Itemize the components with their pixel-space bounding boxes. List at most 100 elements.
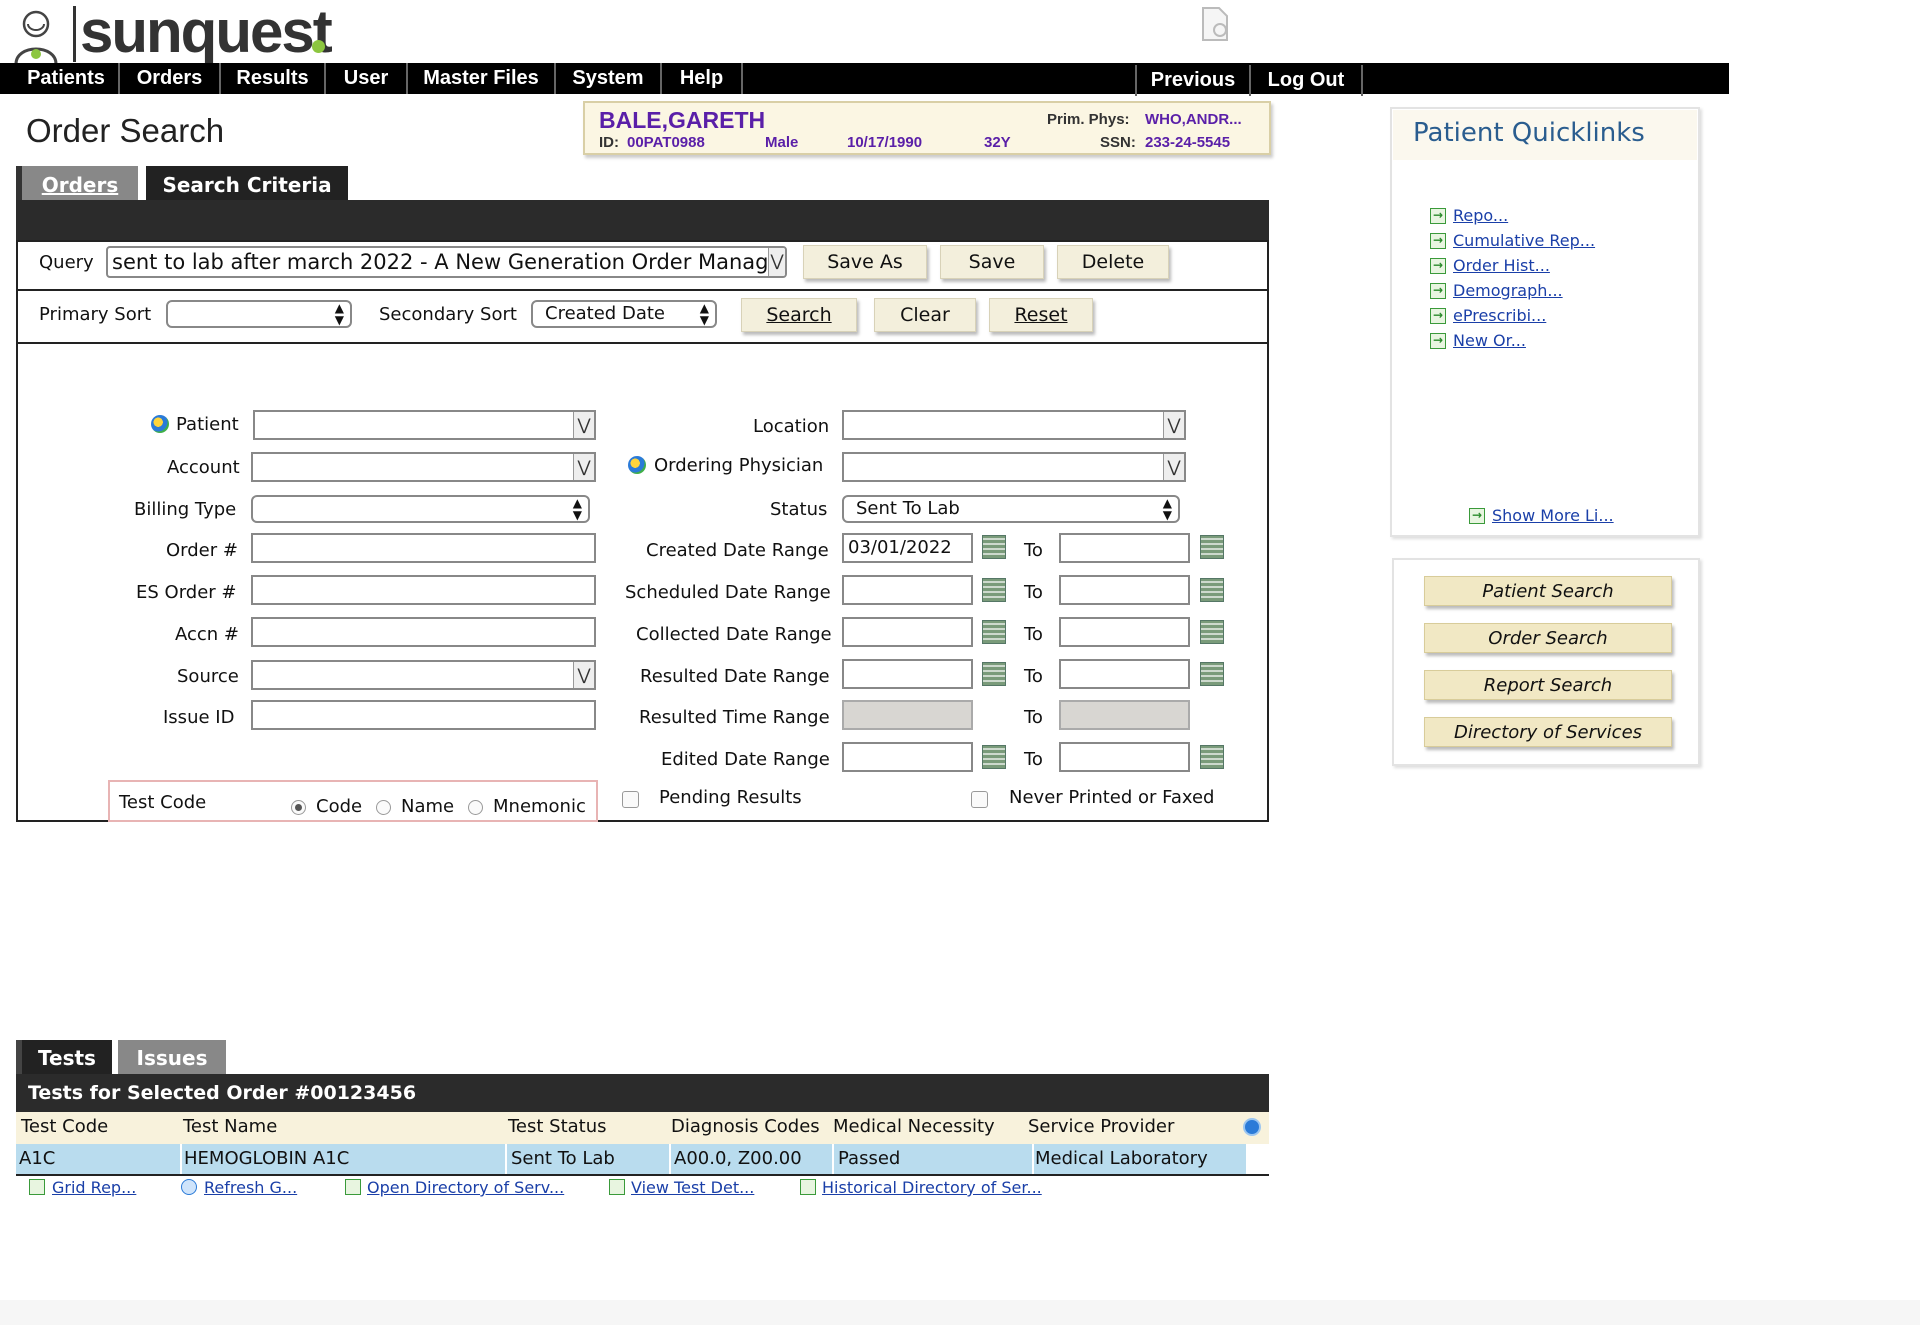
refresh-document-icon[interactable] [1200, 6, 1232, 42]
col-medical-necessity[interactable]: Medical Necessity [833, 1116, 995, 1137]
never-printed-checkbox[interactable] [971, 791, 988, 808]
order-search-button[interactable]: Order Search [1424, 623, 1672, 653]
chevron-down-icon[interactable]: ⋁ [1163, 412, 1184, 438]
nav-user[interactable]: User [326, 63, 408, 94]
delete-button[interactable]: Delete [1057, 245, 1169, 279]
quicklink-order-history[interactable]: Order Hist... [1453, 256, 1550, 275]
resulted-time-from [842, 700, 973, 730]
query-label: Query [39, 252, 94, 273]
calendar-icon[interactable] [1200, 535, 1224, 559]
issue-id-field[interactable] [251, 700, 596, 730]
tab-tests[interactable]: Tests [16, 1040, 112, 1075]
resulted-date-from[interactable] [842, 659, 973, 689]
view-test-details-link[interactable]: View Test Det... [631, 1178, 754, 1197]
physician-lookup-icon[interactable] [628, 456, 646, 474]
show-more-links[interactable]: Show More Li... [1492, 506, 1614, 525]
chevron-down-icon[interactable]: ⋁ [573, 454, 594, 480]
col-test-code[interactable]: Test Code [21, 1116, 108, 1137]
column-settings-icon[interactable] [1243, 1118, 1261, 1136]
nav-master-files[interactable]: Master Files [408, 63, 556, 94]
calendar-icon[interactable] [982, 578, 1006, 602]
col-diagnosis-codes[interactable]: Diagnosis Codes [671, 1116, 820, 1137]
es-order-number-field[interactable] [251, 575, 596, 605]
source-field[interactable]: ⋁ [251, 660, 596, 690]
tab-search-criteria[interactable]: Search Criteria [143, 166, 348, 201]
radio-name[interactable] [376, 800, 391, 815]
clear-button[interactable]: Clear [874, 298, 976, 332]
pending-results-checkbox[interactable] [622, 791, 639, 808]
quicklink-reports[interactable]: Repo... [1453, 206, 1508, 225]
nav-system[interactable]: System [556, 63, 662, 94]
search-button[interactable]: Search [741, 298, 857, 332]
location-field[interactable]: ⋁ [842, 410, 1186, 440]
directory-of-services-button[interactable]: Directory of Services [1424, 717, 1672, 747]
collected-date-to[interactable] [1059, 617, 1190, 647]
status-select[interactable]: Sent To Lab ▲ ▼ [842, 495, 1180, 523]
refresh-grid-link[interactable]: Refresh G... [204, 1178, 297, 1197]
created-date-to[interactable] [1059, 533, 1190, 563]
secondary-sort-select[interactable]: Created Date ▲ ▼ [531, 300, 717, 328]
resulted-date-to[interactable] [1059, 659, 1190, 689]
radio-mnemonic[interactable] [468, 800, 483, 815]
chevron-down-icon[interactable]: ⋁ [768, 248, 785, 276]
patient-lookup-icon[interactable] [151, 415, 169, 433]
col-test-status[interactable]: Test Status [508, 1116, 607, 1137]
edited-date-from[interactable] [842, 742, 973, 772]
order-number-field[interactable] [251, 533, 596, 563]
historical-directory-link[interactable]: Historical Directory of Ser... [822, 1178, 1042, 1197]
nav-results[interactable]: Results [221, 63, 326, 94]
calendar-icon[interactable] [1200, 578, 1224, 602]
ordering-physician-label: Ordering Physician [654, 455, 824, 476]
radio-code[interactable] [291, 800, 306, 815]
query-select[interactable]: sent to lab after march 2022 - A New Gen… [106, 246, 787, 278]
reset-button[interactable]: Reset [989, 298, 1093, 332]
quicklink-new-order[interactable]: New Or... [1453, 331, 1526, 350]
patient-field[interactable]: ⋁ [253, 410, 596, 440]
patient-name[interactable]: BALE,GARETH [599, 107, 765, 134]
save-button[interactable]: Save [940, 245, 1044, 279]
billing-type-select[interactable]: ▲ ▼ [251, 495, 590, 523]
col-service-provider[interactable]: Service Provider [1028, 1116, 1174, 1137]
save-as-button[interactable]: Save As [803, 245, 927, 279]
nav-previous[interactable]: Previous [1135, 65, 1251, 96]
created-date-from[interactable]: 03/01/2022 [842, 533, 973, 563]
account-field[interactable]: ⋁ [251, 452, 596, 482]
primary-sort-select[interactable]: ▲ ▼ [166, 300, 352, 328]
select-arrows-icon: ▲ ▼ [334, 301, 344, 327]
secondary-sort-value: Created Date [545, 303, 665, 324]
quicklink-eprescribing[interactable]: ePrescribi... [1453, 306, 1546, 325]
calendar-icon[interactable] [1200, 662, 1224, 686]
nav-log-out[interactable]: Log Out [1251, 65, 1363, 96]
to-label: To [1024, 707, 1043, 728]
calendar-icon[interactable] [982, 620, 1006, 644]
nav-orders[interactable]: Orders [120, 63, 221, 94]
accn-number-label: Accn # [175, 624, 240, 645]
nav-patients[interactable]: Patients [14, 63, 120, 94]
scheduled-date-to[interactable] [1059, 575, 1190, 605]
edited-date-to[interactable] [1059, 742, 1190, 772]
chevron-down-icon[interactable]: ⋁ [573, 662, 594, 688]
calendar-icon[interactable] [982, 662, 1006, 686]
tab-orders[interactable]: Orders [16, 166, 138, 201]
to-label: To [1024, 624, 1043, 645]
prim-phys-label: Prim. Phys: [1047, 111, 1130, 128]
chevron-down-icon[interactable]: ⋁ [1163, 454, 1184, 480]
calendar-icon[interactable] [1200, 745, 1224, 769]
patient-search-button[interactable]: Patient Search [1424, 576, 1672, 606]
quicklink-demographics[interactable]: Demograph... [1453, 281, 1563, 300]
nav-help[interactable]: Help [662, 63, 743, 94]
calendar-icon[interactable] [982, 535, 1006, 559]
chevron-down-icon[interactable]: ⋁ [573, 412, 594, 438]
grid-report-link[interactable]: Grid Rep... [52, 1178, 136, 1197]
collected-date-from[interactable] [842, 617, 973, 647]
col-test-name[interactable]: Test Name [183, 1116, 277, 1137]
ordering-physician-field[interactable]: ⋁ [842, 452, 1186, 482]
open-directory-link[interactable]: Open Directory of Serv... [367, 1178, 564, 1197]
accn-number-field[interactable] [251, 617, 596, 647]
report-search-button[interactable]: Report Search [1424, 670, 1672, 700]
scheduled-date-from[interactable] [842, 575, 973, 605]
tab-issues[interactable]: Issues [118, 1040, 226, 1075]
quicklink-cumulative-report[interactable]: Cumulative Rep... [1453, 231, 1595, 250]
calendar-icon[interactable] [982, 745, 1006, 769]
calendar-icon[interactable] [1200, 620, 1224, 644]
